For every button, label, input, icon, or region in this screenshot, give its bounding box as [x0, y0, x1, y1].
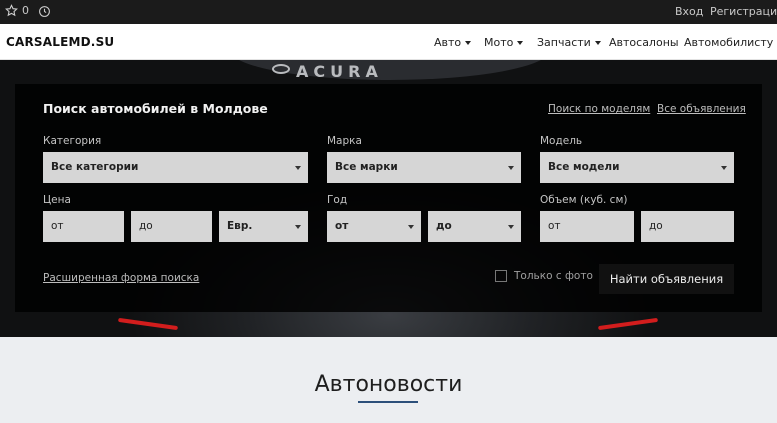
news-heading: Автоновости [314, 372, 463, 397]
photo-only-label[interactable]: Только с фото [514, 270, 593, 282]
nav-label: Запчасти [537, 36, 591, 49]
model-label: Модель [540, 135, 583, 147]
price-from-placeholder: от [51, 220, 64, 232]
nav-item-motorists[interactable]: Автомобилисту [684, 36, 777, 49]
taillight-right [598, 317, 658, 331]
star-icon [5, 4, 18, 17]
dropdown-arrow-icon [721, 166, 727, 170]
chevron-down-icon [594, 41, 601, 45]
make-value: Все марки [335, 161, 398, 173]
year-label: Год [327, 194, 348, 206]
currency-value: Евр. [227, 220, 253, 232]
top-bar: 0 Вход Регистрация [0, 0, 777, 24]
photo-only-checkbox[interactable] [495, 270, 507, 282]
nav-item-auto[interactable]: Авто [434, 36, 472, 49]
search-title: Поиск автомобилей в Молдове [43, 101, 268, 116]
volume-to-placeholder: до [649, 220, 663, 232]
nav-item-dealers[interactable]: Автосалоны [609, 36, 679, 49]
find-listings-button[interactable]: Найти объявления [599, 264, 734, 294]
favorites-count: 0 [22, 4, 29, 17]
nav-label: Автомобилисту [684, 36, 774, 49]
price-label: Цена [43, 194, 71, 206]
price-to-input[interactable]: до [131, 211, 212, 242]
year-to-select[interactable]: до [428, 211, 521, 242]
heading-underline [358, 401, 418, 403]
volume-label: Объем (куб. см) [540, 194, 628, 206]
login-link[interactable]: Вход [675, 5, 703, 18]
volume-from-placeholder: от [548, 220, 561, 232]
dropdown-arrow-icon [295, 166, 301, 170]
car-emblem-icon [272, 64, 290, 74]
category-select[interactable]: Все категории [43, 152, 308, 183]
price-to-placeholder: до [139, 220, 153, 232]
year-to-value: до [436, 220, 452, 232]
make-label: Марка [327, 135, 362, 147]
category-label: Категория [43, 135, 102, 147]
advanced-search-link[interactable]: Расширенная форма поиска [43, 272, 199, 284]
year-from-value: от [335, 220, 349, 232]
taillight-left [118, 317, 178, 331]
favorites[interactable]: 0 [5, 4, 29, 17]
chevron-down-icon [517, 41, 524, 45]
nav-label: Мото [484, 36, 514, 49]
make-select[interactable]: Все марки [327, 152, 521, 183]
dropdown-arrow-icon [508, 225, 514, 229]
chevron-down-icon [465, 41, 472, 45]
site-logo[interactable]: CARSALEMD.SU [6, 35, 114, 49]
history-icon[interactable] [38, 5, 51, 18]
dropdown-arrow-icon [508, 166, 514, 170]
dropdown-arrow-icon [295, 225, 301, 229]
search-by-models-link[interactable]: Поиск по моделям [548, 103, 650, 115]
year-from-select[interactable]: от [327, 211, 421, 242]
car-brand-lettering: ACURA [296, 62, 383, 81]
nav-item-moto[interactable]: Мото [484, 36, 524, 49]
all-listings-link[interactable]: Все объявления [657, 103, 746, 115]
dropdown-arrow-icon [408, 225, 414, 229]
nav-label: Авто [434, 36, 462, 49]
register-link[interactable]: Регистрация [710, 5, 777, 18]
category-value: Все категории [51, 161, 139, 173]
main-navbar: CARSALEMD.SU Авто Мото Запчасти Автосало… [0, 24, 777, 60]
nav-item-parts[interactable]: Запчасти [537, 36, 601, 49]
volume-from-input[interactable]: от [540, 211, 634, 242]
model-value: Все модели [548, 161, 620, 173]
price-from-input[interactable]: от [43, 211, 124, 242]
nav-label: Автосалоны [609, 36, 679, 49]
model-select[interactable]: Все модели [540, 152, 734, 183]
volume-to-input[interactable]: до [641, 211, 734, 242]
currency-select[interactable]: Евр. [219, 211, 308, 242]
